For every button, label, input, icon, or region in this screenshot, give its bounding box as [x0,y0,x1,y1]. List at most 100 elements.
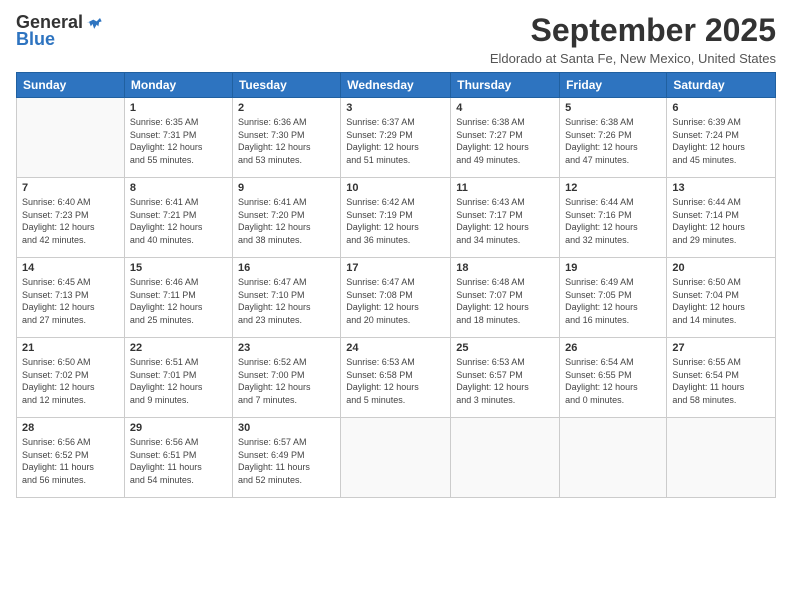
table-row: 10 Sunrise: 6:42 AMSunset: 7:19 PMDayligh… [341,178,451,258]
table-row [341,418,451,498]
day-number: 14 [22,262,119,274]
table-row: 6 Sunrise: 6:39 AMSunset: 7:24 PMDaylight… [667,98,776,178]
table-row: 17 Sunrise: 6:47 AMSunset: 7:08 PMDayligh… [341,258,451,338]
table-row: 15Sunrise: 6:46 AMSunset: 7:11 PMDayligh… [124,258,232,338]
day-info: Sunrise: 6:55 AMSunset: 6:54 PMDaylight:… [672,357,744,405]
day-info: Sunrise: 6:45 AMSunset: 7:13 PMDaylight:… [22,277,95,325]
logo-bird-icon [85,13,105,33]
day-info: Sunrise: 6:53 AMSunset: 6:57 PMDaylight:… [456,357,529,405]
table-row: 24 Sunrise: 6:53 AMSunset: 6:58 PMDayligh… [341,338,451,418]
header: General Blue September 2025 Eldorado at … [16,12,776,66]
page: General Blue September 2025 Eldorado at … [0,0,792,612]
day-info: Sunrise: 6:57 AMSunset: 6:49 PMDaylight:… [238,437,310,485]
table-row: 13 Sunrise: 6:44 AMSunset: 7:14 PMDayligh… [667,178,776,258]
day-number: 6 [672,102,770,114]
day-info: Sunrise: 6:47 AMSunset: 7:10 PMDaylight:… [238,277,311,325]
calendar-header-row: Sunday Monday Tuesday Wednesday Thursday… [17,73,776,98]
table-row [451,418,560,498]
day-number: 23 [238,342,335,354]
day-info: Sunrise: 6:38 AMSunset: 7:27 PMDaylight:… [456,117,529,165]
day-number: 24 [346,342,445,354]
day-number: 1 [130,102,227,114]
calendar-week-row: 21 Sunrise: 6:50 AMSunset: 7:02 PMDayligh… [17,338,776,418]
day-info: Sunrise: 6:44 AMSunset: 7:16 PMDaylight:… [565,197,638,245]
table-row: 11Sunrise: 6:43 AMSunset: 7:17 PMDayligh… [451,178,560,258]
day-number: 2 [238,102,335,114]
day-number: 7 [22,182,119,194]
day-number: 13 [672,182,770,194]
day-number: 16 [238,262,335,274]
day-info: Sunrise: 6:46 AMSunset: 7:11 PMDaylight:… [130,277,203,325]
day-info: Sunrise: 6:52 AMSunset: 7:00 PMDaylight:… [238,357,311,405]
calendar-table: Sunday Monday Tuesday Wednesday Thursday… [16,72,776,498]
table-row: 12 Sunrise: 6:44 AMSunset: 7:16 PMDayligh… [560,178,667,258]
calendar-week-row: 28Sunrise: 6:56 AMSunset: 6:52 PMDayligh… [17,418,776,498]
location: Eldorado at Santa Fe, New Mexico, United… [490,51,776,66]
day-number: 9 [238,182,335,194]
table-row: 22 Sunrise: 6:51 AMSunset: 7:01 PMDayligh… [124,338,232,418]
table-row: 20 Sunrise: 6:50 AMSunset: 7:04 PMDayligh… [667,258,776,338]
table-row: 19 Sunrise: 6:49 AMSunset: 7:05 PMDayligh… [560,258,667,338]
table-row: 2 Sunrise: 6:36 AMSunset: 7:30 PMDaylight… [232,98,340,178]
col-sunday: Sunday [17,73,125,98]
table-row: 8 Sunrise: 6:41 AMSunset: 7:21 PMDaylight… [124,178,232,258]
day-info: Sunrise: 6:54 AMSunset: 6:55 PMDaylight:… [565,357,638,405]
day-number: 25 [456,342,554,354]
table-row: 21 Sunrise: 6:50 AMSunset: 7:02 PMDayligh… [17,338,125,418]
table-row: 25 Sunrise: 6:53 AMSunset: 6:57 PMDayligh… [451,338,560,418]
title-block: September 2025 Eldorado at Santa Fe, New… [490,12,776,66]
calendar-week-row: 7Sunrise: 6:40 AMSunset: 7:23 PMDaylight… [17,178,776,258]
col-wednesday: Wednesday [341,73,451,98]
table-row: 9 Sunrise: 6:41 AMSunset: 7:20 PMDaylight… [232,178,340,258]
col-monday: Monday [124,73,232,98]
table-row: 29Sunrise: 6:56 AMSunset: 6:51 PMDayligh… [124,418,232,498]
day-info: Sunrise: 6:48 AMSunset: 7:07 PMDaylight:… [456,277,529,325]
day-number: 28 [22,422,119,434]
table-row: 7Sunrise: 6:40 AMSunset: 7:23 PMDaylight… [17,178,125,258]
day-number: 17 [346,262,445,274]
day-info: Sunrise: 6:41 AMSunset: 7:20 PMDaylight:… [238,197,311,245]
table-row: 14 Sunrise: 6:45 AMSunset: 7:13 PMDayligh… [17,258,125,338]
table-row: 27 Sunrise: 6:55 AMSunset: 6:54 PMDayligh… [667,338,776,418]
day-number: 26 [565,342,661,354]
day-info: Sunrise: 6:36 AMSunset: 7:30 PMDaylight:… [238,117,311,165]
table-row: 1Sunrise: 6:35 AMSunset: 7:31 PMDaylight… [124,98,232,178]
day-number: 3 [346,102,445,114]
day-info: Sunrise: 6:49 AMSunset: 7:05 PMDaylight:… [565,277,638,325]
calendar-week-row: 14 Sunrise: 6:45 AMSunset: 7:13 PMDayligh… [17,258,776,338]
day-number: 12 [565,182,661,194]
table-row: 18 Sunrise: 6:48 AMSunset: 7:07 PMDayligh… [451,258,560,338]
table-row: 30Sunrise: 6:57 AMSunset: 6:49 PMDayligh… [232,418,340,498]
day-info: Sunrise: 6:44 AMSunset: 7:14 PMDaylight:… [672,197,745,245]
table-row: 3 Sunrise: 6:37 AMSunset: 7:29 PMDaylight… [341,98,451,178]
day-info: Sunrise: 6:38 AMSunset: 7:26 PMDaylight:… [565,117,638,165]
day-info: Sunrise: 6:37 AMSunset: 7:29 PMDaylight:… [346,117,419,165]
day-number: 4 [456,102,554,114]
day-number: 18 [456,262,554,274]
day-number: 21 [22,342,119,354]
day-number: 19 [565,262,661,274]
day-info: Sunrise: 6:50 AMSunset: 7:04 PMDaylight:… [672,277,745,325]
table-row: 23 Sunrise: 6:52 AMSunset: 7:00 PMDayligh… [232,338,340,418]
table-row: 4 Sunrise: 6:38 AMSunset: 7:27 PMDaylight… [451,98,560,178]
logo-blue-text: Blue [16,29,55,50]
day-info: Sunrise: 6:43 AMSunset: 7:17 PMDaylight:… [456,197,529,245]
day-number: 20 [672,262,770,274]
day-number: 22 [130,342,227,354]
table-row: 28Sunrise: 6:56 AMSunset: 6:52 PMDayligh… [17,418,125,498]
day-number: 29 [130,422,227,434]
day-number: 10 [346,182,445,194]
day-number: 8 [130,182,227,194]
day-info: Sunrise: 6:41 AMSunset: 7:21 PMDaylight:… [130,197,203,245]
day-info: Sunrise: 6:53 AMSunset: 6:58 PMDaylight:… [346,357,419,405]
day-info: Sunrise: 6:39 AMSunset: 7:24 PMDaylight:… [672,117,745,165]
day-info: Sunrise: 6:42 AMSunset: 7:19 PMDaylight:… [346,197,419,245]
day-info: Sunrise: 6:47 AMSunset: 7:08 PMDaylight:… [346,277,419,325]
col-tuesday: Tuesday [232,73,340,98]
day-info: Sunrise: 6:50 AMSunset: 7:02 PMDaylight:… [22,357,95,405]
day-info: Sunrise: 6:51 AMSunset: 7:01 PMDaylight:… [130,357,203,405]
day-number: 27 [672,342,770,354]
table-row: 26 Sunrise: 6:54 AMSunset: 6:55 PMDayligh… [560,338,667,418]
calendar-week-row: 1Sunrise: 6:35 AMSunset: 7:31 PMDaylight… [17,98,776,178]
col-friday: Friday [560,73,667,98]
